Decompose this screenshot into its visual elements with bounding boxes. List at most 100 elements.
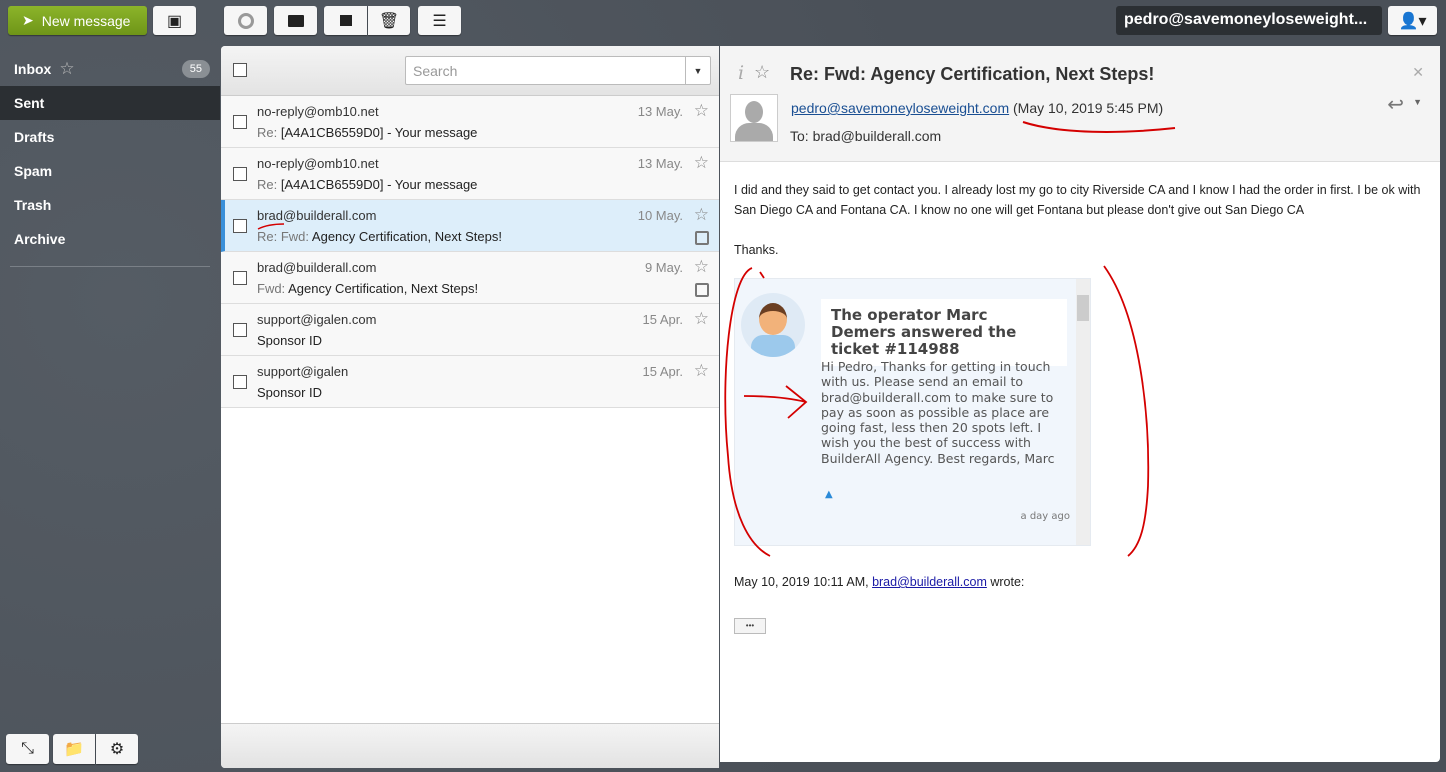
move-button[interactable] <box>274 6 317 35</box>
trash-icon: 🗑 <box>378 12 400 30</box>
message-from: support@igalen <box>257 364 349 379</box>
subject-prefix: Re: <box>257 125 281 140</box>
user-menu-button[interactable]: 👤▾ <box>1388 6 1437 35</box>
message-date: 10 May. <box>637 208 683 223</box>
message-from: brad@builderall.com <box>257 208 377 223</box>
message-date: 15 Apr. <box>642 364 683 379</box>
collapse-button[interactable]: ⤡ <box>6 734 49 764</box>
message-from: no-reply@omb10.net <box>257 156 379 171</box>
star-icon[interactable]: ☆ <box>694 101 709 121</box>
image-attachment-icon <box>695 283 709 297</box>
address-book-button[interactable]: ▣ <box>153 6 196 35</box>
message-row[interactable]: brad@builderall.com Re: Fwd: Agency Cert… <box>221 200 719 252</box>
folder-trash[interactable]: Trash <box>0 188 220 222</box>
refresh-button[interactable] <box>224 6 267 35</box>
message-row[interactable]: no-reply@omb10.net Re: [A4A1CB6559D0] - … <box>221 148 719 200</box>
row-checkbox[interactable] <box>233 323 247 337</box>
star-icon[interactable]: ☆ <box>694 153 709 173</box>
spinner-icon <box>237 12 254 29</box>
folder-label: Trash <box>14 197 52 213</box>
sender-link[interactable]: pedro@savemoneyloseweight.com <box>791 100 1009 116</box>
search-input[interactable]: Search ▼ <box>405 56 711 85</box>
row-checkbox[interactable] <box>233 219 247 233</box>
list-footer <box>221 723 719 768</box>
list-header: Search ▼ <box>221 46 719 96</box>
close-icon[interactable]: ✕ <box>1412 64 1424 81</box>
message-header: i ☆ Re: Fwd: Agency Certification, Next … <box>720 46 1440 162</box>
message-date: 13 May. <box>637 156 683 171</box>
star-icon[interactable]: ☆ <box>694 257 709 277</box>
star-icon[interactable]: ☆ <box>754 62 770 83</box>
row-checkbox[interactable] <box>233 167 247 181</box>
chevron-down-icon[interactable]: ▼ <box>685 57 710 84</box>
message-date: (May 10, 2019 5:45 PM) <box>1013 100 1164 116</box>
message-row[interactable]: no-reply@omb10.net Re: [A4A1CB6559D0] - … <box>221 96 719 148</box>
message-subject: Sponsor ID <box>257 333 322 348</box>
folder-list: Inbox ☆ 55 Sent Drafts Spam Trash Archive <box>0 52 220 267</box>
folder-label: Drafts <box>14 129 55 145</box>
subject-text: Agency Certification, Next Steps! <box>288 281 479 296</box>
subject-text: Sponsor ID <box>257 385 323 400</box>
new-message-button[interactable]: ➤ New message <box>8 6 147 35</box>
contacts-icon: ▣ <box>166 12 183 30</box>
search-placeholder: Search <box>413 63 458 79</box>
subject-prefix: Fwd: <box>257 281 289 296</box>
archive-icon <box>339 15 352 26</box>
divider <box>10 266 210 267</box>
subject-text: [A4A1CB6559D0] - Your message <box>280 125 478 140</box>
subject-text: Agency Certification, Next Steps! <box>311 229 502 244</box>
delete-button[interactable]: 🗑 <box>368 6 410 35</box>
folder-drafts[interactable]: Drafts <box>0 120 220 154</box>
message-from: no-reply@omb10.net <box>257 104 379 119</box>
image-attachment-icon <box>695 231 709 245</box>
chevron-down-icon[interactable]: ▼ <box>1413 97 1422 107</box>
folder-plus-icon: 📁 <box>64 741 84 758</box>
folder-label: Sent <box>14 95 45 111</box>
row-checkbox[interactable] <box>233 375 247 389</box>
archive-button[interactable] <box>324 6 367 35</box>
reply-icon[interactable]: ↩ <box>1387 92 1404 117</box>
hamburger-icon: ☰ <box>432 12 447 30</box>
body-text: I did and they said to get contact you. … <box>734 183 1421 217</box>
subject-text: [A4A1CB6559D0] - Your message <box>280 177 478 192</box>
message-subject: Re: [A4A1CB6559D0] - Your message <box>257 125 477 140</box>
message-subject: Sponsor ID <box>257 385 322 400</box>
collapse-icon: ⤡ <box>21 740 34 757</box>
select-all-checkbox[interactable] <box>233 63 247 77</box>
red-annotation-underline <box>257 223 285 230</box>
row-checkbox[interactable] <box>233 115 247 129</box>
folder-label: Archive <box>14 231 66 247</box>
message-subject: Re: Fwd: Agency Certification, Next Step… <box>790 64 1155 84</box>
user-email[interactable]: pedro@savemoneyloseweight... <box>1116 6 1382 35</box>
star-icon[interactable]: ☆ <box>694 361 709 381</box>
star-icon[interactable]: ☆ <box>59 59 74 79</box>
settings-button[interactable]: ⚙ <box>96 734 138 764</box>
new-message-label: New message <box>41 12 131 29</box>
wrote-label: wrote: <box>986 575 1025 589</box>
row-checkbox[interactable] <box>233 271 247 285</box>
star-icon[interactable]: ☆ <box>694 309 709 329</box>
message-subject: Re: Fwd: Agency Certification, Next Step… <box>257 229 502 244</box>
message-from: support@igalen.com <box>257 312 377 327</box>
folder-inbox[interactable]: Inbox ☆ 55 <box>0 52 220 86</box>
menu-button[interactable]: ☰ <box>418 6 461 35</box>
folder-sent[interactable]: Sent <box>0 86 220 120</box>
message-date: 9 May. <box>644 260 683 275</box>
info-icon[interactable]: i <box>738 62 744 84</box>
add-folder-button[interactable]: 📁 <box>53 734 95 764</box>
message-row[interactable]: brad@builderall.com Fwd: Agency Certific… <box>221 252 719 304</box>
red-annotation-marks <box>724 265 1150 557</box>
folder-spam[interactable]: Spam <box>0 154 220 188</box>
message-row[interactable]: support@igalen.com Sponsor ID 15 Apr. ☆ <box>221 304 719 356</box>
subject-prefix: Re: <box>257 177 281 192</box>
star-icon[interactable]: ☆ <box>694 205 709 225</box>
message-date: 13 May. <box>637 104 683 119</box>
recipient: To: brad@builderall.com <box>790 128 942 144</box>
show-quoted-button[interactable]: ••• <box>734 618 766 634</box>
message-row[interactable]: support@igalen Sponsor ID 15 Apr. ☆ <box>221 356 719 408</box>
folder-archive[interactable]: Archive <box>0 222 220 256</box>
quote-sender-link[interactable]: brad@builderall.com <box>872 575 987 589</box>
folder-label: Spam <box>14 163 53 179</box>
red-annotation-underline <box>1022 121 1176 133</box>
unread-count: 55 <box>181 60 210 78</box>
